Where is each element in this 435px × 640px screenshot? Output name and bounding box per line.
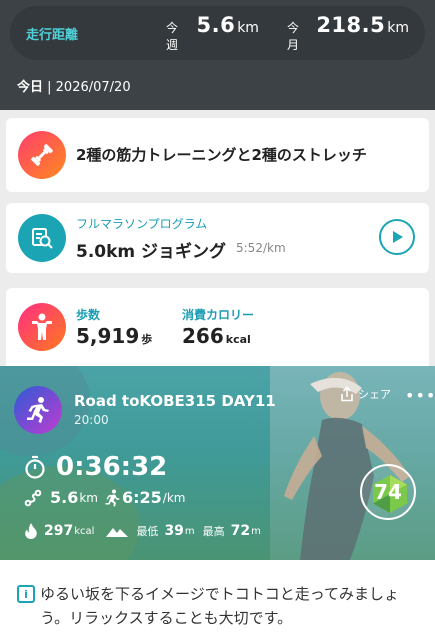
run-score: 74 <box>374 480 402 504</box>
more-menu-icon[interactable]: ••• <box>405 386 435 405</box>
duration-row: 0:36:32 <box>24 452 167 482</box>
coaching-note: i ゆるい坂を下るイメージでトコトコと走ってみましょう。リラックスすることも大切… <box>0 560 435 640</box>
calories-label: 消費カロリー <box>182 308 255 322</box>
body-icon <box>18 303 66 351</box>
run-score-badge[interactable]: 74 <box>360 464 416 520</box>
month-label: 今月 <box>286 21 299 52</box>
duration-value: 0:36:32 <box>56 452 168 482</box>
running-icon <box>14 386 62 434</box>
target-pace: 5:52/km <box>236 241 286 255</box>
elevation-min-label: 最低 <box>136 525 159 538</box>
today-label: 今日 <box>17 80 44 95</box>
week-label: 今週 <box>166 21 179 52</box>
share-label: シェア <box>358 388 391 401</box>
distance-value: 5.6 <box>50 488 79 507</box>
steps-label: 歩数 <box>76 308 101 322</box>
elevation-max-value: 72 <box>230 523 251 539</box>
calorie-elevation-row: 297 kcal 最低 39 m 最高 72 m <box>24 522 261 540</box>
mountain-icon <box>106 528 129 537</box>
activity-card[interactable]: Road toKOBE315 DAY11 20:00 シェア ••• 0:36:… <box>0 366 435 560</box>
pace-unit: /km <box>162 490 186 505</box>
week-distance: 今週 5.6 km <box>166 13 259 53</box>
calories-number: 266 <box>182 324 224 348</box>
program-card[interactable]: フルマラソンプログラム 5.0km ジョギング 5:52/km <box>6 203 429 273</box>
share-icon <box>341 386 353 402</box>
elevation-max-label: 最高 <box>202 525 225 538</box>
today-date: 今日 | 2026/07/20 <box>17 76 131 95</box>
distance-pace-row: 5.6 km 6:25 /km <box>24 488 185 507</box>
activity-time: 20:00 <box>74 413 109 427</box>
activity-calories-unit: kcal <box>74 525 95 537</box>
elevation-max-unit: m <box>251 525 261 537</box>
distance-summary[interactable]: 走行距離 今週 5.6 km 今月 218.5 km <box>10 6 425 60</box>
stopwatch-icon <box>25 455 45 479</box>
activity-calories-value: 297 <box>44 523 74 539</box>
activity-title: Road toKOBE315 DAY11 <box>74 392 276 410</box>
today-date-value: | 2026/07/20 <box>43 80 131 95</box>
route-icon <box>24 489 42 506</box>
steps-number: 5,919 <box>76 324 140 348</box>
steps-value: 5,919 歩 <box>76 324 152 348</box>
strength-training-card[interactable]: 2種の筋力トレーニングと2種のストレッチ <box>6 118 429 192</box>
dumbbell-icon <box>18 131 66 179</box>
elevation-min-value: 39 <box>164 523 184 539</box>
info-icon: i <box>17 585 35 603</box>
share-button[interactable]: シェア <box>340 386 391 402</box>
week-value: 5.6 <box>196 13 236 37</box>
note-text: ゆるい坂を下るイメージでトコトコと走ってみましょう。リラックスすることも大切です… <box>40 585 399 627</box>
strength-title: 2種の筋力トレーニングと2種のストレッチ <box>76 146 367 164</box>
calories-value: 266 kcal <box>182 324 251 348</box>
month-distance: 今月 218.5 km <box>287 13 409 53</box>
program-name: フルマラソンプログラム <box>76 217 208 231</box>
play-button[interactable] <box>379 219 415 255</box>
month-unit: km <box>387 20 409 36</box>
steps-unit: 歩 <box>141 333 153 346</box>
daily-metrics-card[interactable]: 歩数 5,919 歩 消費カロリー 266 kcal <box>6 288 429 366</box>
distance-title: 走行距離 <box>26 27 79 43</box>
pace-runner-icon <box>105 489 120 506</box>
calories-unit: kcal <box>225 333 251 346</box>
pace-value: 6:25 <box>121 488 162 507</box>
play-icon <box>393 231 403 243</box>
month-value: 218.5 <box>316 13 386 37</box>
flame-icon <box>25 523 37 539</box>
week-unit: km <box>237 20 259 36</box>
distance-unit: km <box>79 490 98 505</box>
search-chart-icon <box>18 214 66 262</box>
elevation-min-unit: m <box>184 525 195 537</box>
workout-name: 5.0km ジョギング <box>76 242 227 262</box>
header: 走行距離 今週 5.6 km 今月 218.5 km 今日 | 2026/07/… <box>0 0 435 110</box>
